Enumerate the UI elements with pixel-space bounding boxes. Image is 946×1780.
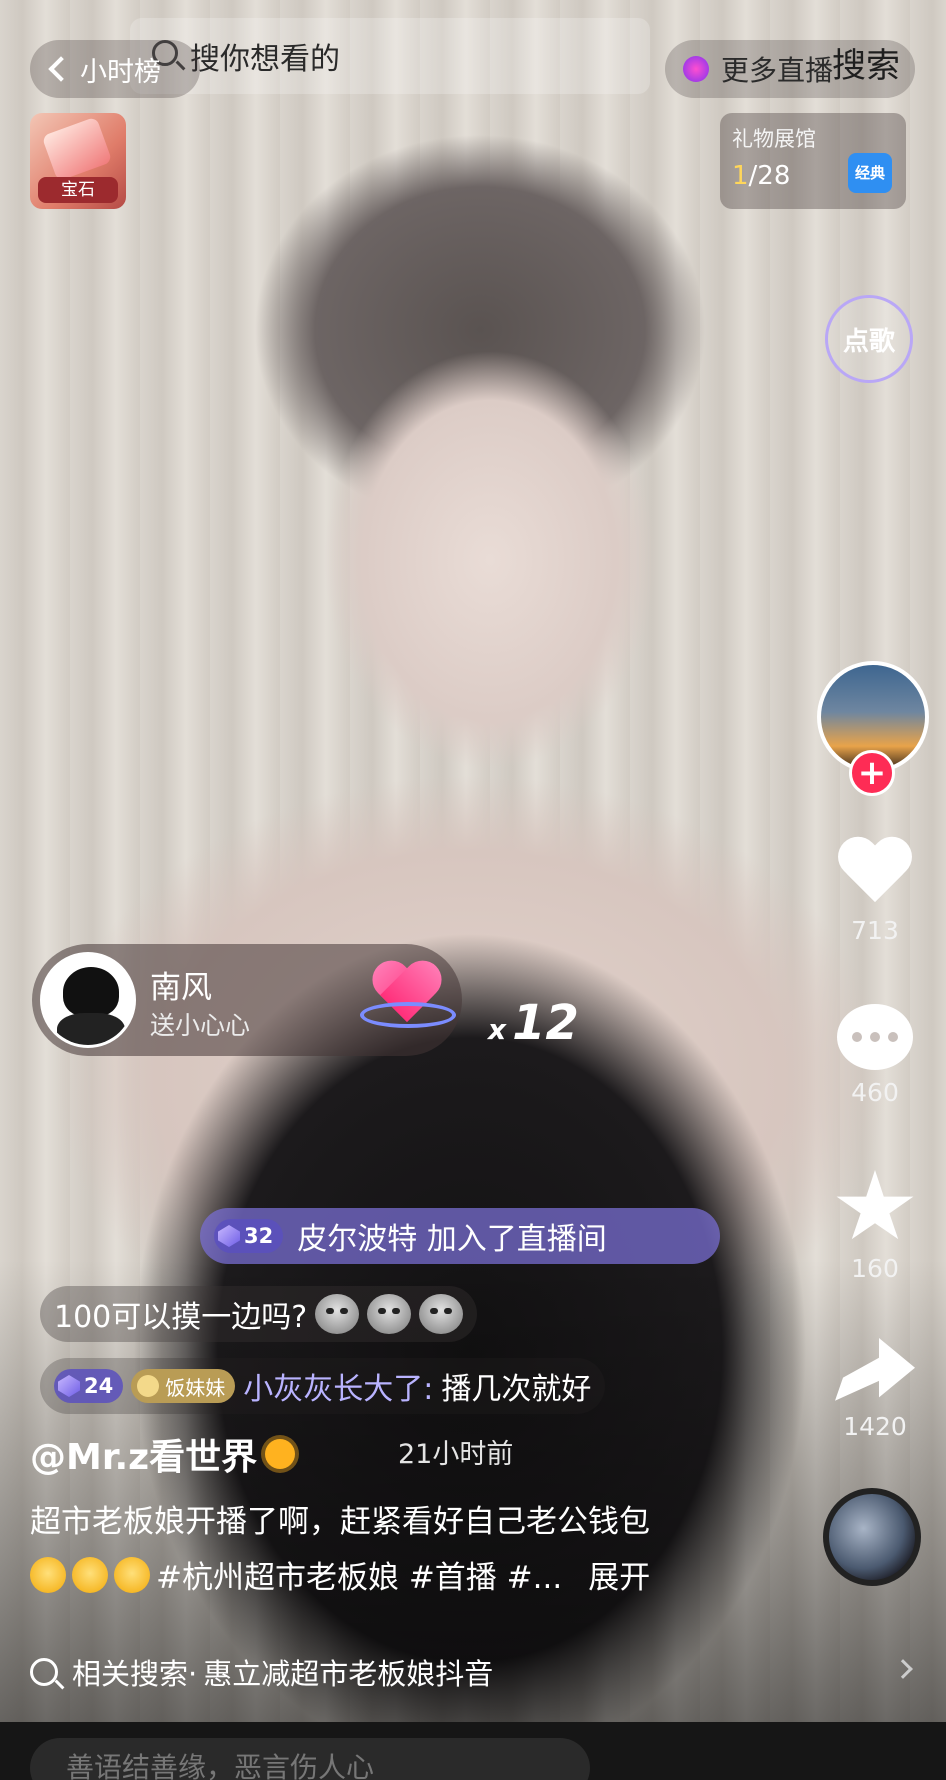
related-search-query[interactable]: 惠立减超市老板娘抖音 (203, 1651, 493, 1693)
video-tags[interactable]: #杭州超市老板娘 #首播 #... 展开 (30, 1552, 650, 1597)
user-level-badge: 32 (214, 1219, 284, 1253)
join-notice: 32 皮尔波特 加入了直播间 (200, 1208, 720, 1264)
fan-club-badge: 饭妹妹 (131, 1369, 236, 1403)
gem-label: 宝石 (38, 177, 118, 203)
request-song-button[interactable]: 点歌 (825, 295, 913, 383)
join-text: 皮尔波特 加入了直播间 (297, 1222, 607, 1257)
music-disc-icon[interactable] (823, 1488, 921, 1586)
search-placeholder: 搜你想看的 (190, 42, 340, 77)
fan-badge-icon (137, 1375, 160, 1397)
gifter-name: 南风 (150, 970, 212, 1006)
post-time: 21小时前 (398, 1439, 514, 1470)
comment-count: 460 (851, 1078, 899, 1107)
rank-label: 小时榜 (80, 56, 161, 88)
gem-widget[interactable]: 宝石 (30, 113, 126, 209)
like-button[interactable]: 713 (820, 838, 930, 945)
author-handle[interactable]: @Mr.z看世界 (30, 1428, 296, 1480)
star-icon (836, 1170, 914, 1240)
gift-hall-widget[interactable]: 礼物展馆 1/28 经典 (720, 113, 906, 209)
like-count: 713 (851, 916, 899, 945)
comment-icon (837, 1004, 913, 1070)
chevron-right-icon[interactable] (893, 1659, 913, 1679)
favorite-button[interactable]: 160 (820, 1170, 930, 1283)
gift-action: 送小心心 (150, 1011, 251, 1040)
gift-combo-count: x 12 (488, 995, 579, 1051)
gift-hall-title: 礼物展馆 (732, 127, 816, 151)
gem-icon (41, 116, 113, 182)
live-stream-screen: 搜你想看的 小时榜 更多直播 搜索 宝石 礼物展馆 1/28 经典 点歌 + 7… (0, 0, 946, 1780)
chat-message[interactable]: 24 饭妹妹 小灰灰长大了: 播几次就好 (40, 1358, 606, 1414)
gift-hall-total: /28 (748, 161, 791, 191)
tag-text[interactable]: #杭州超市老板娘 #首播 #... (156, 1552, 562, 1597)
search-icon (30, 1658, 58, 1686)
level-gem-icon (218, 1225, 240, 1247)
share-count: 1420 (843, 1412, 907, 1441)
share-button[interactable]: 1420 (820, 1338, 930, 1441)
chat-message[interactable]: 100可以摸一边吗? (40, 1286, 478, 1342)
video-caption: 超市老板娘开播了啊，赶紧看好自己老公钱包 (30, 1504, 650, 1540)
level-gem-icon (58, 1375, 80, 1397)
laugh-emoji-icon (72, 1556, 108, 1593)
chat-text: 播几次就好 (441, 1372, 592, 1407)
classic-badge: 经典 (848, 153, 892, 193)
hourly-rank-button[interactable]: 小时榜 (30, 40, 200, 98)
cat-emoji-icon (315, 1294, 360, 1334)
chat-text: 100可以摸一边吗? (54, 1300, 308, 1335)
laugh-emoji-icon (30, 1556, 66, 1593)
laugh-emoji-icon (114, 1556, 150, 1593)
live-dot-icon (683, 56, 709, 82)
chat-username[interactable]: 小灰灰长大了: (243, 1364, 433, 1408)
share-arrow-icon (835, 1338, 915, 1401)
search-bar[interactable]: 搜你想看的 (130, 18, 650, 94)
gift-hall-current: 1 (732, 161, 749, 191)
related-search-label: 相关搜索· (72, 1657, 198, 1691)
expand-button[interactable]: 展开 (588, 1552, 650, 1597)
related-search-bar[interactable]: 相关搜索· 惠立减超市老板娘抖音 (30, 1640, 920, 1704)
sun-icon (265, 1439, 296, 1469)
cat-emoji-icon (419, 1294, 464, 1334)
comment-input[interactable]: 善语结善缘，恶言伤人心 (30, 1738, 590, 1780)
follow-plus-icon[interactable]: + (849, 750, 895, 796)
favorite-count: 160 (851, 1254, 899, 1283)
cat-emoji-icon (367, 1294, 412, 1334)
user-level-badge: 24 (54, 1369, 124, 1403)
back-arrow-icon[interactable] (48, 56, 74, 82)
gifter-avatar[interactable] (40, 952, 136, 1048)
more-live-label: 更多直播 (721, 54, 834, 87)
heart-icon (837, 838, 913, 908)
search-action-button[interactable]: 搜索 (832, 38, 900, 87)
comment-button[interactable]: 460 (820, 1004, 930, 1107)
small-heart-gift-icon (360, 962, 460, 1042)
